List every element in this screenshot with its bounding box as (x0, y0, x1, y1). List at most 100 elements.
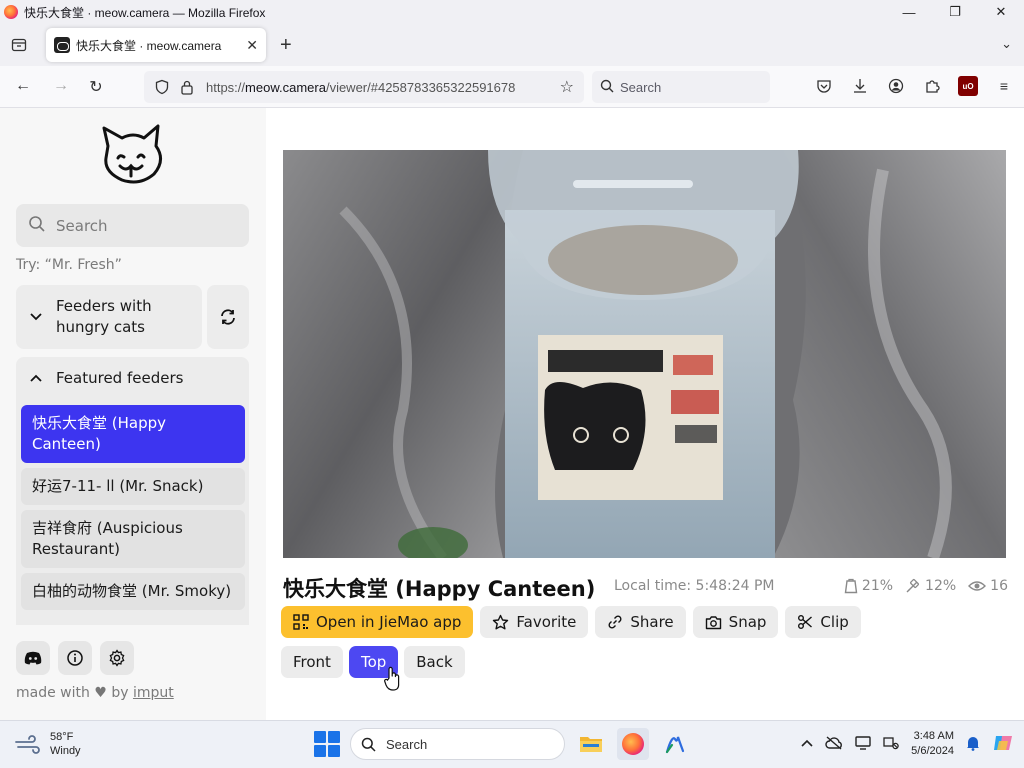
list-all-tabs-icon[interactable]: ⌄ (1001, 36, 1012, 52)
taskbar-search-placeholder: Search (386, 736, 428, 752)
ublock-origin-icon[interactable]: uO (958, 76, 978, 96)
back-arrow-icon[interactable]: ← (12, 77, 34, 95)
discord-button[interactable] (16, 641, 50, 675)
pen-app-icon[interactable] (659, 728, 691, 760)
close-window-button[interactable]: ✕ (978, 0, 1024, 24)
weather-description: Windy (50, 745, 81, 757)
feeder-item-mr-snack[interactable]: 好运7-11- ll (Mr. Snack) (21, 468, 245, 505)
open-in-app-button[interactable]: Open in JieMao app (281, 606, 474, 638)
snap-button[interactable]: Snap (692, 606, 779, 638)
heart-icon: ♥ (94, 685, 107, 701)
feeder-item-auspicious-restaurant[interactable]: 吉祥食府 (Auspicious Restaurant) (21, 510, 245, 568)
refresh-button[interactable] (207, 285, 249, 349)
snap-label: Snap (728, 613, 767, 631)
taskbar-center: Search (314, 728, 691, 760)
meow-favicon-icon (54, 37, 70, 53)
about-button[interactable] (58, 641, 92, 675)
meow-camera-logo-icon[interactable] (100, 124, 166, 188)
new-tab-icon[interactable]: + (280, 34, 292, 57)
display-icon[interactable] (855, 735, 871, 753)
made-with-credit: made with ♥ by imput (16, 685, 174, 701)
clock-time: 3:48 AM (913, 730, 954, 742)
notification-bell-icon[interactable] (966, 735, 980, 754)
feeder-item-happy-canteen[interactable]: 快乐大食堂 (Happy Canteen) (21, 405, 245, 463)
search-icon (600, 79, 614, 96)
page-content: Search Try: “Mr. Fresh” Feeders with hun… (0, 108, 1024, 720)
search-icon (28, 215, 46, 237)
firefox-taskbar-icon[interactable] (617, 728, 649, 760)
refresh-icon (221, 309, 235, 325)
windows-taskbar: 58°F Windy Search 3:48 AM 5/6/2024 (0, 720, 1024, 768)
viewers-value: 16 (990, 578, 1008, 594)
favorite-label: Favorite (516, 613, 577, 631)
feeder-title: 快乐大食堂 (Happy Canteen) (283, 577, 596, 601)
clip-button[interactable]: Clip (785, 606, 861, 638)
taskbar-clock[interactable]: 3:48 AM 5/6/2024 (911, 729, 954, 759)
viewers-stat: 16 (968, 578, 1008, 594)
info-icon (67, 650, 83, 666)
tab-title: 快乐大食堂 · meow.camera (76, 38, 222, 53)
window-titlebar: 快乐大食堂 · meow.camera — Mozilla Firefox — … (0, 0, 1024, 24)
tab-meow-camera[interactable]: 快乐大食堂 · meow.camera ✕ (46, 28, 266, 62)
weather-widget[interactable]: 58°F Windy (14, 730, 81, 758)
file-explorer-icon[interactable] (575, 728, 607, 760)
chevron-down-icon (30, 310, 42, 324)
firefox-logo-icon (4, 5, 18, 19)
downloads-icon[interactable] (850, 76, 870, 96)
favorite-button[interactable]: Favorite (480, 606, 589, 638)
share-label: Share (630, 613, 674, 631)
cloud-sync-icon[interactable] (825, 735, 843, 753)
close-tab-icon[interactable]: ✕ (246, 37, 258, 54)
author-link[interactable]: imput (133, 685, 174, 701)
pocket-icon[interactable] (814, 76, 834, 96)
settings-button[interactable] (100, 641, 134, 675)
tracking-protection-shield-icon[interactable] (154, 79, 170, 98)
feeder-search-input[interactable]: Search (16, 204, 249, 247)
battery-plug-icon (906, 579, 920, 593)
weather-temperature: 58°F (50, 731, 74, 743)
food-level-stat: 21% (844, 578, 893, 594)
network-volume-icon[interactable] (883, 736, 899, 753)
account-icon[interactable] (886, 76, 906, 96)
feeder-actions: Open in JieMao app Favorite Share Snap C… (281, 606, 861, 638)
view-back-button[interactable]: Back (404, 646, 465, 678)
url-text[interactable]: https://meow.camera/viewer/#425878336532… (206, 80, 546, 95)
sidebar-footer-icons (16, 641, 134, 675)
made-with-by: by (111, 685, 129, 701)
battery-stat: 12% (905, 578, 956, 594)
group-featured-toggle[interactable]: Featured feeders (16, 357, 249, 399)
maximize-button[interactable]: ❐ (932, 0, 978, 24)
minimize-button[interactable]: — (886, 0, 932, 24)
address-bar[interactable]: https://meow.camera/viewer/#425878336532… (144, 71, 584, 103)
lock-icon[interactable] (180, 79, 194, 98)
browser-search-placeholder: Search (620, 79, 662, 95)
url-prefix: https:// (206, 79, 246, 95)
hand-cursor-icon (384, 666, 400, 691)
camera-feed-video[interactable] (283, 150, 1006, 558)
extensions-puzzle-icon[interactable] (922, 76, 942, 96)
group-hungry-cats-toggle[interactable]: Feeders with hungry cats (16, 285, 202, 349)
local-time: Local time: 5:48:24 PM (614, 578, 775, 594)
forward-arrow-icon[interactable]: → (50, 77, 72, 95)
copilot-icon[interactable] (992, 732, 1014, 757)
feeder-item-mr-smoky[interactable]: 白柚的动物食堂 (Mr. Smoky) (21, 573, 245, 610)
star-icon (493, 614, 509, 629)
system-tray: 3:48 AM 5/6/2024 (801, 729, 1014, 759)
show-hidden-icons-icon[interactable] (801, 738, 813, 750)
share-button[interactable]: Share (595, 606, 686, 638)
browser-search-input[interactable]: Search (592, 71, 770, 103)
chevron-up-icon (30, 371, 42, 385)
reload-icon[interactable]: ↻ (85, 77, 107, 97)
window-controls: — ❐ ✕ (886, 0, 1024, 24)
windows-start-icon[interactable] (314, 731, 340, 757)
bookmark-star-icon[interactable]: ☆ (560, 77, 574, 97)
taskbar-search-input[interactable]: Search (350, 728, 565, 760)
clip-label: Clip (820, 613, 849, 631)
link-icon (608, 615, 622, 629)
menu-hamburger-icon[interactable]: ≡ (994, 76, 1014, 96)
camera-view-selector: Front Top Back (281, 646, 465, 678)
view-front-button[interactable]: Front (281, 646, 343, 678)
firefox-view-icon[interactable] (8, 34, 30, 56)
discord-icon (24, 651, 42, 665)
battery-value: 12% (925, 578, 957, 594)
